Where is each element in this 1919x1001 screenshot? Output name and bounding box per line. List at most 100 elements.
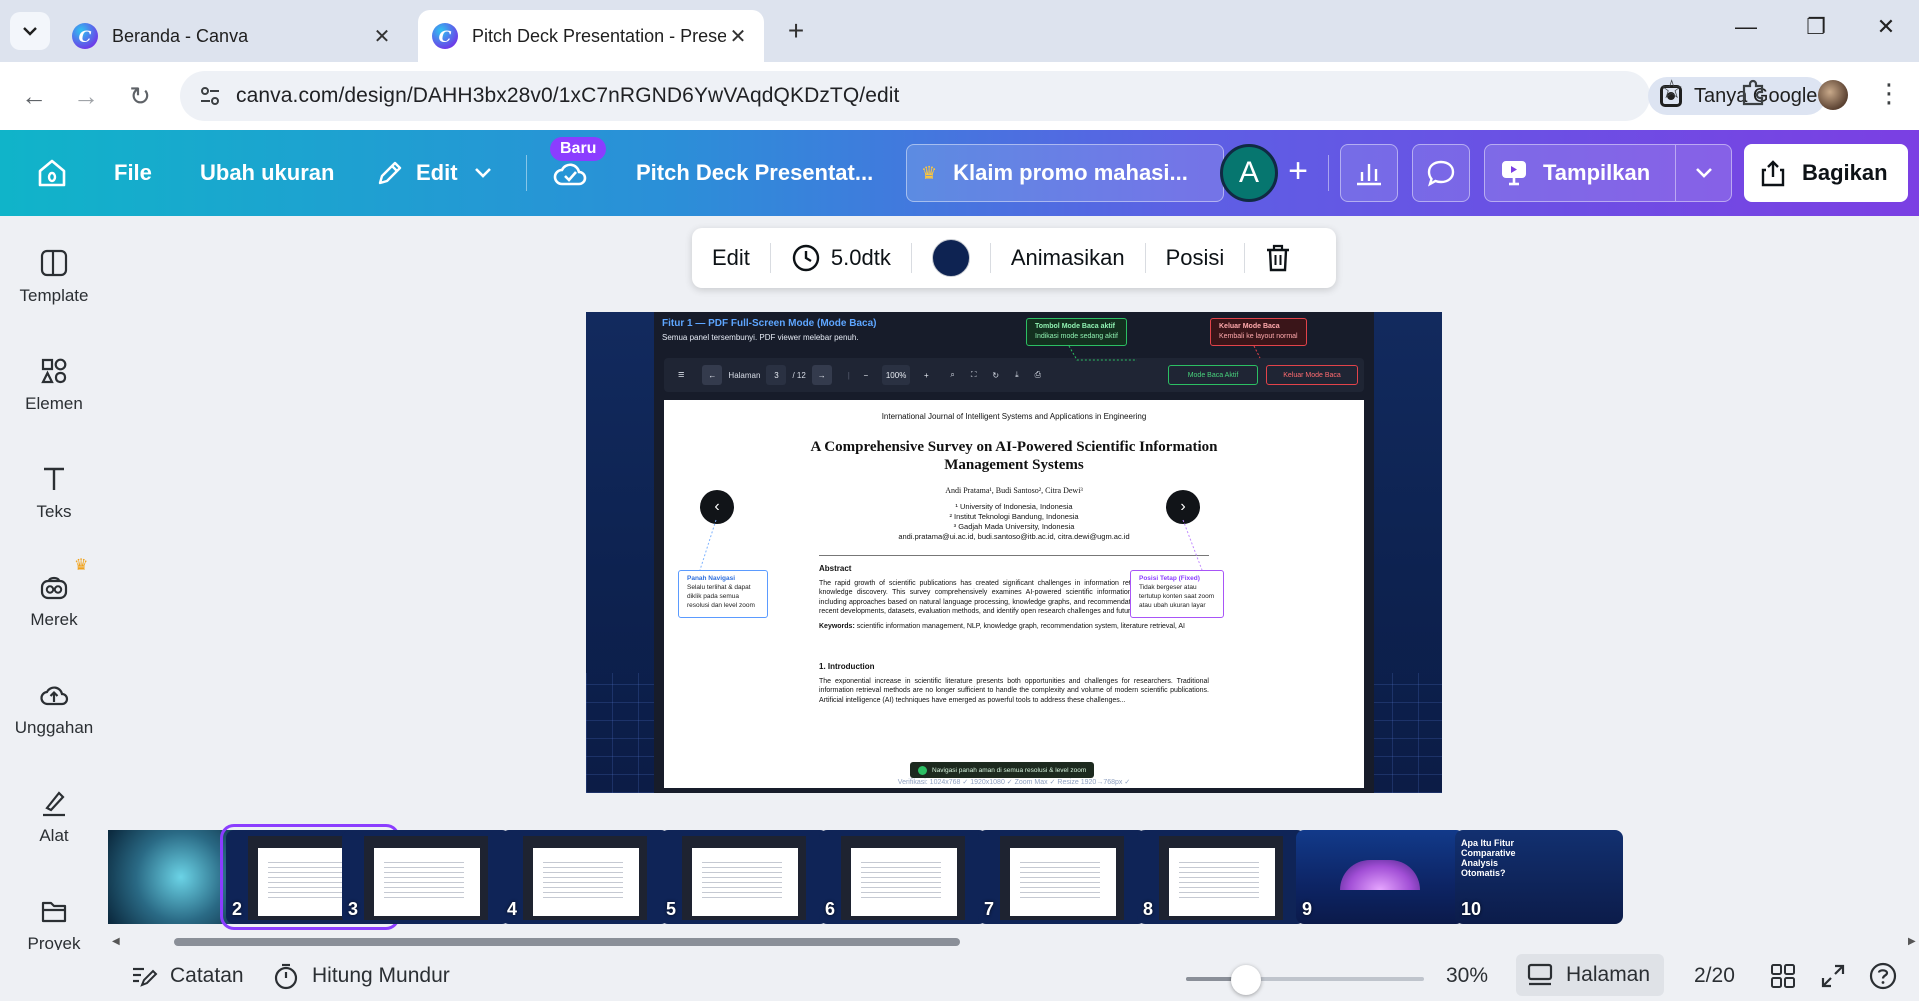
zoom-percentage[interactable]: 30% bbox=[1446, 960, 1488, 992]
header-divider bbox=[526, 155, 527, 191]
page-number: 2 bbox=[232, 899, 243, 919]
extensions-icon[interactable] bbox=[1740, 78, 1768, 106]
page-thumbnail[interactable]: 9 bbox=[1296, 830, 1464, 924]
duration-label: 5.0dtk bbox=[830, 245, 891, 270]
page-number: 3 bbox=[348, 899, 359, 919]
upload-icon bbox=[40, 686, 69, 706]
browser-tab-home[interactable]: C Beranda - Canva ✕ bbox=[58, 10, 408, 62]
callout-fixed-position: Posisi Tetap (Fixed) Tidak bergeser atau… bbox=[1130, 570, 1224, 618]
page-thumbnail[interactable]: 3 bbox=[342, 830, 510, 924]
new-tab-button[interactable]: + bbox=[778, 14, 814, 50]
zoom-slider[interactable] bbox=[1186, 965, 1424, 995]
page-thumbnail[interactable]: Apa Itu Fitur Comparative Analysis Otoma… bbox=[1455, 830, 1623, 924]
close-window-icon[interactable]: ✕ bbox=[1866, 14, 1906, 46]
pages-label: Halaman bbox=[1566, 963, 1651, 986]
page-thumbnail[interactable]: 5 bbox=[660, 830, 828, 924]
verification-line: Verifikasi: 1024x768 ✓ 1920x1080 ✓ Zoom … bbox=[897, 779, 1131, 786]
cloud-saved-icon[interactable] bbox=[552, 158, 588, 190]
callout-title: Posisi Tetap (Fixed) bbox=[1139, 575, 1200, 582]
close-tab-icon[interactable]: ✕ bbox=[370, 24, 394, 49]
timer-label: Hitung Mundur bbox=[312, 964, 450, 987]
browser-menu-icon[interactable]: ⋮ bbox=[1876, 76, 1902, 110]
notes-button[interactable]: Catatan bbox=[130, 960, 244, 992]
close-tab-icon[interactable]: ✕ bbox=[726, 24, 750, 49]
url-text: canva.com/design/DAHH3bx28v0/1xC7nRGND6Y… bbox=[236, 84, 900, 107]
scrollbar-thumb[interactable] bbox=[174, 938, 960, 946]
sidebar-item-alat[interactable]: Alat bbox=[0, 788, 108, 884]
tab-search-button[interactable] bbox=[10, 12, 50, 50]
clock-icon bbox=[792, 244, 820, 272]
sidebar-item-teks[interactable]: Teks bbox=[0, 464, 108, 560]
timer-button[interactable]: Hitung Mundur bbox=[272, 960, 450, 992]
resize-menu[interactable]: Ubah ukuran bbox=[200, 130, 334, 216]
canva-favicon-icon: C bbox=[72, 23, 98, 49]
share-label: Bagikan bbox=[1802, 160, 1888, 185]
present-button[interactable]: Tampilkan bbox=[1484, 144, 1732, 202]
page-number: 4 bbox=[507, 899, 518, 919]
position-button[interactable]: Posisi bbox=[1146, 228, 1245, 288]
restore-window-icon[interactable]: ❐ bbox=[1796, 14, 1836, 46]
profile-avatar[interactable] bbox=[1818, 80, 1848, 110]
duration-button[interactable]: 5.0dtk bbox=[771, 228, 911, 288]
sidebar-item-elemen[interactable]: Elemen bbox=[0, 356, 108, 452]
fullscreen-button[interactable] bbox=[1820, 960, 1846, 992]
edit-label: Edit bbox=[416, 160, 458, 185]
background-color-button[interactable] bbox=[912, 228, 990, 288]
file-menu[interactable]: File bbox=[114, 130, 152, 216]
animate-button[interactable]: Animasikan bbox=[991, 228, 1145, 288]
notes-icon bbox=[133, 967, 158, 987]
page-number: 8 bbox=[1143, 899, 1154, 919]
reload-icon[interactable]: ↻ bbox=[122, 78, 158, 114]
text-icon bbox=[44, 467, 64, 490]
expand-icon bbox=[1821, 964, 1845, 988]
browser-tab-design[interactable]: C Pitch Deck Presentation - Presentation… bbox=[418, 10, 764, 62]
share-button[interactable]: Bagikan bbox=[1744, 144, 1908, 202]
page-thumbnail[interactable]: 4 bbox=[501, 830, 669, 924]
bookmark-star-icon[interactable]: ☆ bbox=[1660, 74, 1683, 105]
site-info-icon[interactable] bbox=[198, 84, 222, 108]
thumbnail-preview bbox=[523, 836, 647, 920]
invite-plus-icon[interactable]: + bbox=[1278, 152, 1318, 192]
omnibox[interactable]: canva.com/design/DAHH3bx28v0/1xC7nRGND6Y… bbox=[180, 71, 1826, 121]
slide-canvas[interactable]: Fitur 1 — PDF Full-Screen Mode (Mode Bac… bbox=[586, 312, 1442, 793]
grid-icon bbox=[1771, 964, 1795, 988]
student-promo-button[interactable]: ♛ Klaim promo mahasi... bbox=[906, 144, 1224, 202]
sidebar-item-label: Template bbox=[19, 286, 89, 305]
page-counter[interactable]: 2/20 bbox=[1694, 960, 1735, 992]
forward-icon[interactable]: → bbox=[68, 78, 104, 114]
page-thumbnail[interactable]: 8 bbox=[1137, 830, 1305, 924]
toolbar-edit-button[interactable]: Edit bbox=[692, 228, 770, 288]
help-icon bbox=[1869, 962, 1897, 990]
delete-button[interactable] bbox=[1245, 228, 1311, 288]
grid-view-button[interactable] bbox=[1770, 960, 1796, 992]
help-button[interactable] bbox=[1868, 960, 1898, 992]
edit-menu[interactable]: Edit bbox=[376, 130, 492, 216]
scroll-left-icon[interactable]: ◀ bbox=[112, 936, 120, 947]
user-avatar[interactable]: A bbox=[1220, 144, 1278, 202]
pages-icon bbox=[1527, 963, 1553, 986]
document-title[interactable]: Pitch Deck Presentat... bbox=[636, 130, 873, 216]
present-icon bbox=[1502, 161, 1526, 186]
chevron-down-icon bbox=[474, 168, 491, 178]
editor-footer: Catatan Hitung Mundur 30% Halaman 2/20 bbox=[0, 950, 1919, 1001]
callout-text: Selalu terlihat & dapat diklik pada semu… bbox=[687, 584, 755, 609]
thumbnail-scrollbar[interactable]: ◀ ▶ bbox=[112, 936, 1916, 947]
timer-icon bbox=[274, 963, 298, 990]
sidebar-item-unggahan[interactable]: Unggahan bbox=[0, 680, 108, 776]
page-thumbnail[interactable]: 6 bbox=[819, 830, 987, 924]
bar-chart-icon bbox=[1357, 164, 1381, 186]
pencil-icon bbox=[378, 161, 402, 185]
minimize-window-icon[interactable]: — bbox=[1726, 14, 1766, 46]
page-thumbnail[interactable]: 7 bbox=[978, 830, 1146, 924]
zoom-slider-handle[interactable] bbox=[1230, 965, 1261, 995]
back-icon[interactable]: ← bbox=[16, 78, 52, 114]
thumbnail-preview bbox=[682, 836, 806, 920]
pages-view-button[interactable]: Halaman bbox=[1516, 954, 1664, 996]
insights-button[interactable] bbox=[1340, 144, 1398, 202]
sidebar-item-merek[interactable]: Merek bbox=[0, 572, 108, 668]
present-options-button[interactable] bbox=[1675, 145, 1731, 201]
comments-button[interactable] bbox=[1412, 144, 1470, 202]
sidebar-item-template[interactable]: Template bbox=[0, 248, 108, 344]
home-icon[interactable] bbox=[36, 157, 68, 189]
scroll-right-icon[interactable]: ▶ bbox=[1908, 936, 1916, 947]
